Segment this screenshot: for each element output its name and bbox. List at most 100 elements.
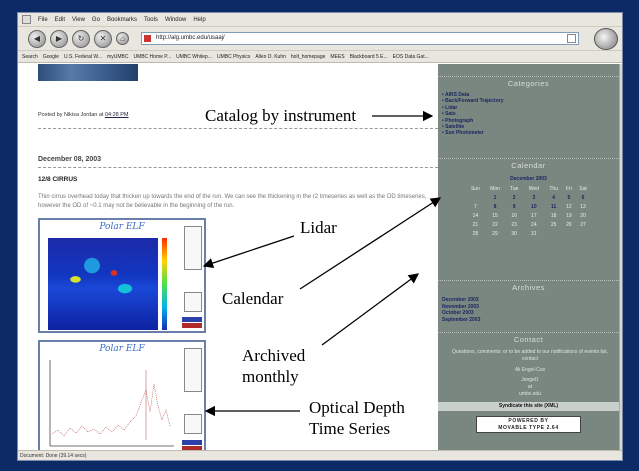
bookmark-umbc-physics[interactable]: UMBC Physics bbox=[217, 54, 250, 60]
lidar-plot-title: Polar ELF bbox=[99, 222, 145, 232]
optical-depth-graph bbox=[49, 360, 174, 447]
calendar-day: 30 bbox=[511, 230, 517, 237]
archive-link[interactable]: September 2003 bbox=[442, 317, 480, 324]
bookmark-blackboard[interactable]: Blackboard 5 E... bbox=[350, 54, 388, 60]
syndicate-link[interactable]: Syndicate this site (XML) bbox=[438, 402, 619, 411]
bookmark-google[interactable]: Google bbox=[43, 54, 59, 60]
bookmark-allen-kuhn[interactable]: Allen D. Kuhn bbox=[255, 54, 286, 60]
calendar-day: 18 bbox=[550, 212, 557, 219]
calendar-day: 17 bbox=[531, 212, 537, 219]
weekday-label: Tue bbox=[509, 185, 519, 192]
calendar-day-link[interactable]: 1 bbox=[485, 193, 506, 202]
back-button[interactable]: ◀ bbox=[28, 29, 46, 48]
od-series-line bbox=[51, 383, 171, 437]
calendar-day bbox=[575, 229, 591, 238]
lidar-plot[interactable]: Polar ELF bbox=[38, 218, 206, 333]
archive-link[interactable]: December 2003 bbox=[442, 297, 480, 304]
calendar-day: 24 bbox=[531, 221, 537, 228]
bookmark-umbc-home[interactable]: UMBC Home P... bbox=[133, 54, 171, 60]
menu-edit[interactable]: Edit bbox=[55, 17, 65, 23]
status-bar: Document: Done (39.14 secs) bbox=[18, 450, 622, 460]
calendar-day-link[interactable]: 9 bbox=[505, 202, 523, 211]
vertical-scrollbar[interactable] bbox=[619, 64, 622, 450]
calendar-day: 29 bbox=[492, 230, 498, 237]
calendar-day-link[interactable]: 8 bbox=[485, 202, 506, 211]
lidar-image bbox=[48, 238, 158, 330]
calendar-day: 22 bbox=[492, 221, 498, 228]
bookmark-mees[interactable]: MEES bbox=[330, 54, 344, 60]
optical-depth-plot-title: Polar ELF bbox=[99, 344, 145, 354]
optical-depth-plot[interactable]: Polar ELF bbox=[38, 340, 206, 456]
calendar-day: 28 bbox=[472, 230, 479, 237]
permalink[interactable]: 04:28 PM bbox=[105, 112, 129, 118]
calendar-grid: Sun Mon Tue Wed Thu Fri Sat 1 2 3 4 5 6 … bbox=[466, 184, 591, 238]
powered-by-badge[interactable]: POWERED BY MOVABLE TYPE 2.64 bbox=[476, 416, 581, 433]
sidebar: Categories AIRS Data Back/Forward Trajec… bbox=[438, 64, 619, 450]
contact-email-domain: umbc.edu bbox=[519, 391, 541, 397]
calendar-day: 31 bbox=[531, 230, 537, 237]
calendar-day-link[interactable]: 3 bbox=[523, 193, 545, 202]
divider bbox=[38, 128, 438, 129]
category-link[interactable]: Back/Forward Trajectory bbox=[442, 98, 503, 104]
calendar: December 2003 Sun Mon Tue Wed Thu Fri Sa… bbox=[466, 176, 591, 238]
home-icon: ⌂ bbox=[120, 34, 125, 43]
bookmark-search[interactable]: Search bbox=[22, 54, 38, 60]
calendar-day-link[interactable]: 5 bbox=[563, 193, 575, 202]
bookmark-holt-homepage[interactable]: holt_homepage bbox=[291, 54, 325, 60]
weekday-label: Thu bbox=[549, 185, 558, 192]
calendar-day: 16 bbox=[511, 212, 517, 219]
contact-text: Questions, comments: or to be added to o… bbox=[452, 349, 608, 362]
navigation-toolbar: ◀ ▶ ↻ ✕ ⌂ http://alg.umbc.edu/usaaj/ bbox=[18, 27, 622, 51]
reload-button[interactable]: ↻ bbox=[72, 29, 90, 48]
calendar-day: 15 bbox=[492, 212, 498, 219]
menu-help[interactable]: Help bbox=[193, 17, 205, 23]
home-button[interactable]: ⌂ bbox=[116, 32, 129, 45]
bookmark-us-federal[interactable]: U.S. Federal W... bbox=[64, 54, 102, 60]
menu-tools[interactable]: Tools bbox=[144, 17, 158, 23]
archives-heading: Archives bbox=[438, 280, 619, 292]
calendar-day bbox=[545, 229, 563, 238]
calendar-day-link[interactable]: 4 bbox=[545, 193, 563, 202]
entry-date: December 08, 2003 bbox=[38, 156, 102, 163]
calendar-day-link[interactable]: 10 bbox=[523, 202, 545, 211]
weekday-label: Sat bbox=[579, 185, 587, 192]
bookmark-eos-data[interactable]: EOS Data Gat... bbox=[393, 54, 429, 60]
menu-window[interactable]: Window bbox=[165, 17, 186, 23]
od-button-blue[interactable] bbox=[182, 440, 202, 445]
menu-view[interactable]: View bbox=[72, 17, 85, 23]
menu-bookmarks[interactable]: Bookmarks bbox=[107, 17, 137, 23]
lidar-button-blue[interactable] bbox=[182, 317, 202, 322]
stop-button[interactable]: ✕ bbox=[94, 29, 112, 48]
calendar-day-link[interactable]: 6 bbox=[575, 193, 591, 202]
calendar-day: 25 bbox=[550, 221, 557, 228]
od-legend bbox=[184, 348, 202, 392]
calendar-day bbox=[563, 229, 575, 238]
browser-window: File Edit View Go Bookmarks Tools Window… bbox=[17, 12, 623, 461]
calendar-day-link[interactable]: 2 bbox=[505, 193, 523, 202]
calendar-day: 7 bbox=[474, 203, 477, 210]
forward-button[interactable]: ▶ bbox=[50, 29, 68, 48]
lidar-button-red[interactable] bbox=[182, 323, 202, 328]
menu-go[interactable]: Go bbox=[92, 17, 100, 23]
bookmarks-toolbar: Search Google U.S. Federal W... myUMBC U… bbox=[18, 51, 622, 63]
calendar-day: 21 bbox=[472, 221, 479, 228]
lidar-inset bbox=[184, 292, 202, 312]
od-inset bbox=[184, 414, 202, 434]
lidar-legend bbox=[184, 226, 202, 270]
calendar-day-link[interactable]: 11 bbox=[545, 202, 563, 211]
powered-by-line-1: POWERED BY bbox=[508, 418, 549, 424]
bookmark-umbc-whitep[interactable]: UMBC Whitep... bbox=[176, 54, 212, 60]
page-content: Posted by Nikisa Jordan at 04:28 PM Dece… bbox=[18, 64, 622, 456]
calendar-day: 27 bbox=[580, 221, 586, 228]
address-bar[interactable]: http://alg.umbc.edu/usaaj/ bbox=[141, 32, 579, 45]
go-icon[interactable] bbox=[567, 34, 576, 43]
menu-file[interactable]: File bbox=[38, 17, 48, 23]
weekday-label: Mon bbox=[490, 185, 500, 192]
calendar-day: 19 bbox=[566, 212, 572, 219]
archives-list: December 2003 November 2003 October 2003… bbox=[442, 297, 480, 323]
calendar-day: 20 bbox=[580, 212, 586, 219]
back-arrow-icon: ◀ bbox=[33, 34, 41, 43]
category-link[interactable]: Sun Photometer bbox=[442, 130, 504, 136]
calendar-day: 26 bbox=[566, 221, 572, 228]
bookmark-myumbc[interactable]: myUMBC bbox=[107, 54, 128, 60]
